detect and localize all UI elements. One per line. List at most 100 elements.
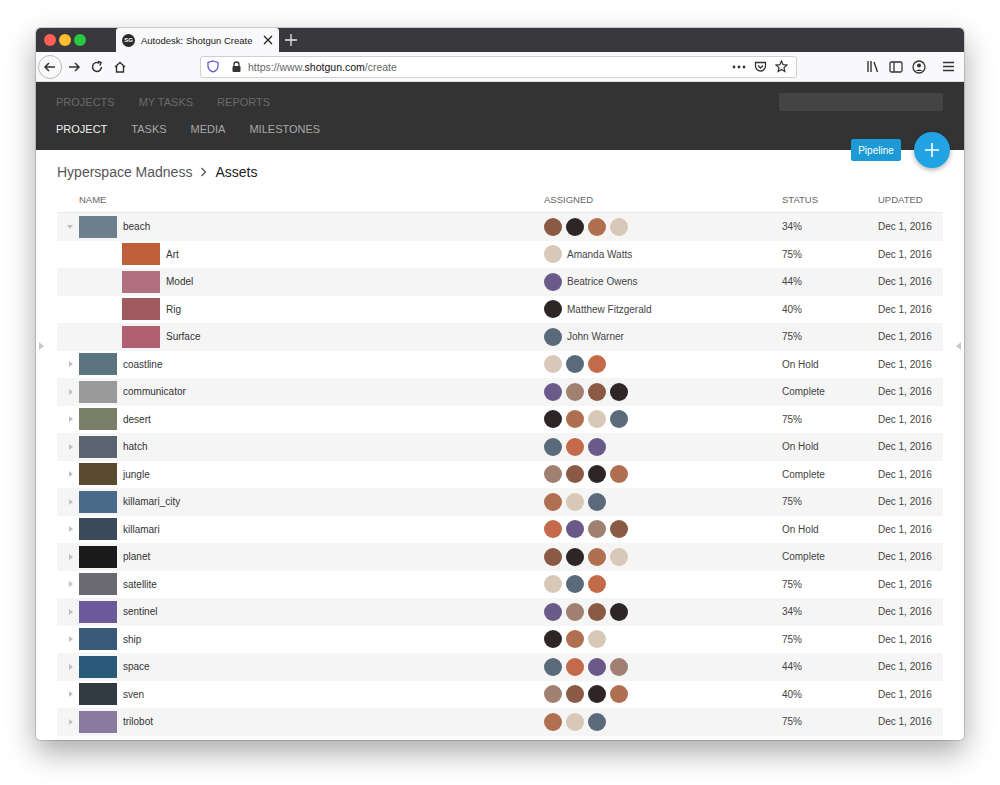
avatar[interactable]	[610, 603, 628, 621]
asset-row[interactable]: trilobot 75% Dec 1, 2016	[57, 708, 943, 736]
expand-toggle-icon[interactable]	[67, 225, 73, 229]
avatar[interactable]	[588, 713, 606, 731]
expand-toggle-icon[interactable]	[69, 609, 73, 615]
asset-row[interactable]: jungle Complete Dec 1, 2016	[57, 461, 943, 489]
column-header[interactable]: STATUS	[782, 194, 878, 205]
avatar[interactable]	[588, 548, 606, 566]
avatar[interactable]	[610, 410, 628, 428]
avatar[interactable]	[544, 410, 562, 428]
avatar[interactable]	[610, 685, 628, 703]
expand-toggle-icon[interactable]	[69, 554, 73, 560]
avatar[interactable]	[544, 548, 562, 566]
close-window-icon[interactable]	[44, 34, 56, 46]
avatar[interactable]	[566, 548, 584, 566]
tracking-shield-icon[interactable]	[207, 60, 219, 73]
task-row[interactable]: Art Amanda Watts 75% Dec 1, 2016	[57, 241, 943, 269]
avatar[interactable]	[544, 328, 562, 346]
pocket-icon[interactable]	[754, 61, 767, 73]
avatar[interactable]	[588, 685, 606, 703]
global-nav-item[interactable]: REPORTS	[217, 96, 270, 108]
pipeline-button[interactable]: Pipeline	[851, 139, 901, 161]
avatar[interactable]	[588, 603, 606, 621]
search-field[interactable]	[779, 93, 943, 111]
avatar[interactable]	[588, 520, 606, 538]
avatar[interactable]	[610, 383, 628, 401]
expand-toggle-icon[interactable]	[69, 526, 73, 532]
avatar[interactable]	[566, 383, 584, 401]
browser-tab[interactable]: SG Autodesk: Shotgun Create	[116, 28, 279, 52]
expand-toggle-icon[interactable]	[69, 636, 73, 642]
avatar[interactable]	[544, 630, 562, 648]
page-actions-icon[interactable]	[732, 65, 746, 69]
forward-button[interactable]	[63, 56, 85, 78]
expand-toggle-icon[interactable]	[69, 664, 73, 670]
new-tab-icon[interactable]	[285, 34, 297, 46]
avatar[interactable]	[566, 685, 584, 703]
expand-toggle-icon[interactable]	[69, 499, 73, 505]
asset-row[interactable]: hatch On Hold Dec 1, 2016	[57, 433, 943, 461]
zoom-window-icon[interactable]	[74, 34, 86, 46]
avatar[interactable]	[588, 355, 606, 373]
column-header[interactable]: NAME	[79, 194, 544, 205]
asset-row[interactable]: desert 75% Dec 1, 2016	[57, 406, 943, 434]
avatar[interactable]	[566, 410, 584, 428]
project-nav-item[interactable]: TASKS	[131, 123, 166, 135]
avatar[interactable]	[544, 300, 562, 318]
expand-toggle-icon[interactable]	[69, 416, 73, 422]
expand-toggle-icon[interactable]	[69, 361, 73, 367]
expand-toggle-icon[interactable]	[69, 471, 73, 477]
library-button[interactable]	[862, 56, 884, 78]
avatar[interactable]	[566, 438, 584, 456]
expand-toggle-icon[interactable]	[69, 719, 73, 725]
collapse-right-icon[interactable]	[956, 342, 961, 350]
avatar[interactable]	[566, 520, 584, 538]
avatar[interactable]	[610, 465, 628, 483]
avatar[interactable]	[544, 218, 562, 236]
asset-row[interactable]: planet Complete Dec 1, 2016	[57, 543, 943, 571]
asset-row[interactable]: communicator Complete Dec 1, 2016	[57, 378, 943, 406]
minimize-window-icon[interactable]	[59, 34, 71, 46]
global-nav-item[interactable]: PROJECTS	[56, 96, 115, 108]
expand-toggle-icon[interactable]	[69, 389, 73, 395]
task-row[interactable]: Surface John Warner 75% Dec 1, 2016	[57, 323, 943, 351]
menu-button[interactable]	[937, 56, 959, 78]
avatar[interactable]	[588, 465, 606, 483]
project-nav-item[interactable]: PROJECT	[56, 123, 107, 135]
avatar[interactable]	[610, 520, 628, 538]
global-nav-item[interactable]: MY TASKS	[139, 96, 193, 108]
avatar[interactable]	[544, 603, 562, 621]
expand-toggle-icon[interactable]	[69, 581, 73, 587]
url-bar[interactable]: https://www.shotgun.com/create	[200, 56, 797, 78]
account-button[interactable]	[908, 56, 930, 78]
sidebar-button[interactable]	[885, 56, 907, 78]
avatar[interactable]	[588, 218, 606, 236]
project-nav-item[interactable]: MEDIA	[191, 123, 226, 135]
avatar[interactable]	[544, 355, 562, 373]
project-nav-item[interactable]: MILESTONES	[249, 123, 320, 135]
asset-row[interactable]: sentinel 34% Dec 1, 2016	[57, 598, 943, 626]
breadcrumb-project[interactable]: Hyperspace Madness	[57, 164, 192, 180]
avatar[interactable]	[544, 493, 562, 511]
avatar[interactable]	[544, 438, 562, 456]
avatar[interactable]	[566, 355, 584, 373]
task-row[interactable]: Model Beatrice Owens 44% Dec 1, 2016	[57, 268, 943, 296]
avatar[interactable]	[544, 713, 562, 731]
avatar[interactable]	[544, 685, 562, 703]
avatar[interactable]	[610, 218, 628, 236]
avatar[interactable]	[588, 383, 606, 401]
avatar[interactable]	[588, 575, 606, 593]
close-tab-icon[interactable]	[263, 35, 273, 45]
lock-icon[interactable]	[231, 61, 242, 73]
avatar[interactable]	[588, 630, 606, 648]
avatar[interactable]	[588, 493, 606, 511]
avatar[interactable]	[566, 493, 584, 511]
avatar[interactable]	[588, 410, 606, 428]
avatar[interactable]	[544, 658, 562, 676]
avatar[interactable]	[544, 575, 562, 593]
avatar[interactable]	[588, 658, 606, 676]
asset-row[interactable]: killamari On Hold Dec 1, 2016	[57, 516, 943, 544]
avatar[interactable]	[566, 630, 584, 648]
column-header[interactable]: ASSIGNED	[544, 194, 782, 205]
asset-row[interactable]: satellite 75% Dec 1, 2016	[57, 571, 943, 599]
avatar[interactable]	[588, 438, 606, 456]
